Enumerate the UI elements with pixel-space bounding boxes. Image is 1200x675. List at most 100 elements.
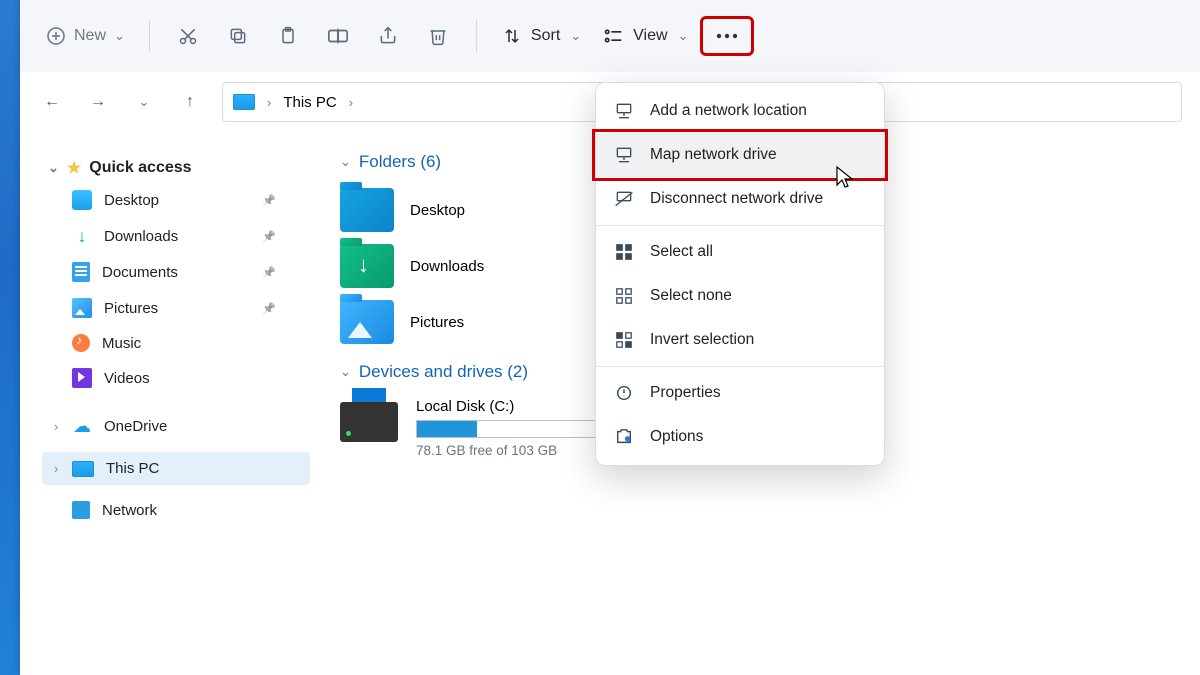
plus-circle-icon — [46, 26, 66, 46]
chevron-down-icon: ⌄ — [340, 364, 351, 380]
chevron-right-icon: › — [267, 95, 271, 110]
properties-icon — [614, 383, 634, 403]
folder-pictures[interactable]: Pictures — [340, 300, 600, 344]
sort-label: Sort — [531, 27, 560, 45]
disconnect-drive-icon — [614, 189, 634, 209]
ellipsis-icon — [715, 33, 739, 39]
chevron-down-icon: ⌄ — [48, 160, 59, 176]
toolbar: New ⌄ Sort ⌄ View ⌄ — [20, 0, 1200, 72]
options-icon — [614, 427, 634, 447]
view-label: View — [633, 27, 667, 45]
ctx-label: Properties — [650, 384, 721, 402]
toolbar-divider — [476, 20, 477, 52]
chevron-down-icon: ⌄ — [678, 28, 689, 44]
ctx-options[interactable]: Options — [596, 415, 884, 459]
sidebar-item-label: Documents — [102, 264, 178, 281]
chevron-down-icon: ⌄ — [570, 28, 581, 44]
chevron-right-icon: › — [349, 95, 353, 110]
star-icon: ★ — [67, 158, 81, 178]
quick-access-header[interactable]: ⌄ ★ Quick access — [42, 154, 310, 182]
ctx-properties[interactable]: Properties — [596, 371, 884, 415]
trash-icon — [428, 26, 448, 46]
thispc-icon — [233, 94, 255, 110]
desktop-strip — [0, 0, 20, 675]
back-button[interactable]: ← — [38, 88, 66, 116]
document-icon — [72, 262, 90, 282]
ctx-disconnect-drive[interactable]: Disconnect network drive — [596, 177, 884, 221]
hdd-icon — [340, 402, 398, 442]
new-button[interactable]: New ⌄ — [38, 14, 133, 58]
share-button[interactable] — [366, 14, 410, 58]
ctx-label: Select all — [650, 243, 713, 261]
sidebar-item-network[interactable]: Network — [42, 493, 310, 527]
sidebar-item-label: Desktop — [104, 192, 159, 209]
ctx-map-network-drive[interactable]: Map network drive — [596, 133, 884, 177]
ctx-add-network-location[interactable]: Add a network location — [596, 89, 884, 133]
sidebar-item-label: Downloads — [104, 228, 178, 245]
thispc-icon — [72, 461, 94, 477]
sidebar-item-desktop[interactable]: Desktop — [42, 182, 310, 218]
ctx-invert-selection[interactable]: Invert selection — [596, 318, 884, 362]
network-location-icon — [614, 101, 634, 121]
ctx-label: Invert selection — [650, 331, 754, 349]
copy-button[interactable] — [216, 14, 260, 58]
scissors-icon — [178, 26, 198, 46]
ctx-label: Options — [650, 428, 703, 446]
folder-label: Pictures — [410, 314, 464, 331]
new-button-label: New — [74, 27, 106, 45]
chevron-right-icon: › — [54, 419, 58, 434]
drive-capacity-fill — [417, 421, 477, 437]
sidebar-item-downloads[interactable]: ↓ Downloads — [42, 218, 310, 254]
delete-button[interactable] — [416, 14, 460, 58]
sidebar-item-label: OneDrive — [104, 418, 167, 435]
sort-icon — [503, 27, 521, 45]
folder-downloads[interactable]: Downloads — [340, 244, 600, 288]
toolbar-divider — [149, 20, 150, 52]
cut-button[interactable] — [166, 14, 210, 58]
sidebar-item-label: Pictures — [104, 300, 158, 317]
download-icon: ↓ — [72, 226, 92, 246]
folder-label: Downloads — [410, 258, 484, 275]
rename-button[interactable] — [316, 14, 360, 58]
view-button[interactable]: View ⌄ — [593, 14, 694, 58]
sidebar-item-onedrive[interactable]: › ☁ OneDrive — [42, 408, 310, 444]
ctx-label: Select none — [650, 287, 732, 305]
sidebar-item-pictures[interactable]: Pictures — [42, 290, 310, 326]
folder-label: Desktop — [410, 202, 465, 219]
map-drive-icon — [614, 145, 634, 165]
invert-selection-icon — [614, 330, 634, 350]
chevron-down-icon: ⌄ — [114, 28, 125, 44]
network-icon — [72, 501, 90, 519]
pictures-icon — [72, 298, 92, 318]
chevron-right-icon: › — [54, 461, 58, 476]
recent-locations-button[interactable]: ⌄ — [130, 88, 158, 116]
select-all-icon — [614, 242, 634, 262]
chevron-down-icon: ⌄ — [340, 154, 351, 170]
sidebar-item-thispc[interactable]: › This PC — [42, 452, 310, 485]
copy-icon — [228, 26, 248, 46]
folder-desktop[interactable]: Desktop — [340, 188, 600, 232]
music-icon — [72, 334, 90, 352]
more-button[interactable] — [700, 16, 754, 56]
folder-icon — [340, 188, 394, 232]
folders-header-label: Folders (6) — [359, 152, 441, 172]
ctx-select-all[interactable]: Select all — [596, 230, 884, 274]
ctx-label: Add a network location — [650, 102, 807, 120]
sidebar-item-documents[interactable]: Documents — [42, 254, 310, 290]
folder-icon — [340, 300, 394, 344]
forward-button[interactable]: → — [84, 88, 112, 116]
sidebar-item-label: Videos — [104, 370, 150, 387]
ctx-select-none[interactable]: Select none — [596, 274, 884, 318]
ctx-separator — [596, 225, 884, 226]
sidebar-item-music[interactable]: Music — [42, 326, 310, 360]
breadcrumb-root[interactable]: This PC — [283, 94, 336, 111]
sidebar-item-videos[interactable]: Videos — [42, 360, 310, 396]
sidebar-item-label: Network — [102, 502, 157, 519]
quick-access-label: Quick access — [89, 159, 191, 177]
video-icon — [72, 368, 92, 388]
ctx-label: Map network drive — [650, 146, 777, 164]
sort-button[interactable]: Sort ⌄ — [493, 14, 587, 58]
up-button[interactable]: ↑ — [176, 88, 204, 116]
paste-button[interactable] — [266, 14, 310, 58]
sidebar-item-label: This PC — [106, 460, 159, 477]
